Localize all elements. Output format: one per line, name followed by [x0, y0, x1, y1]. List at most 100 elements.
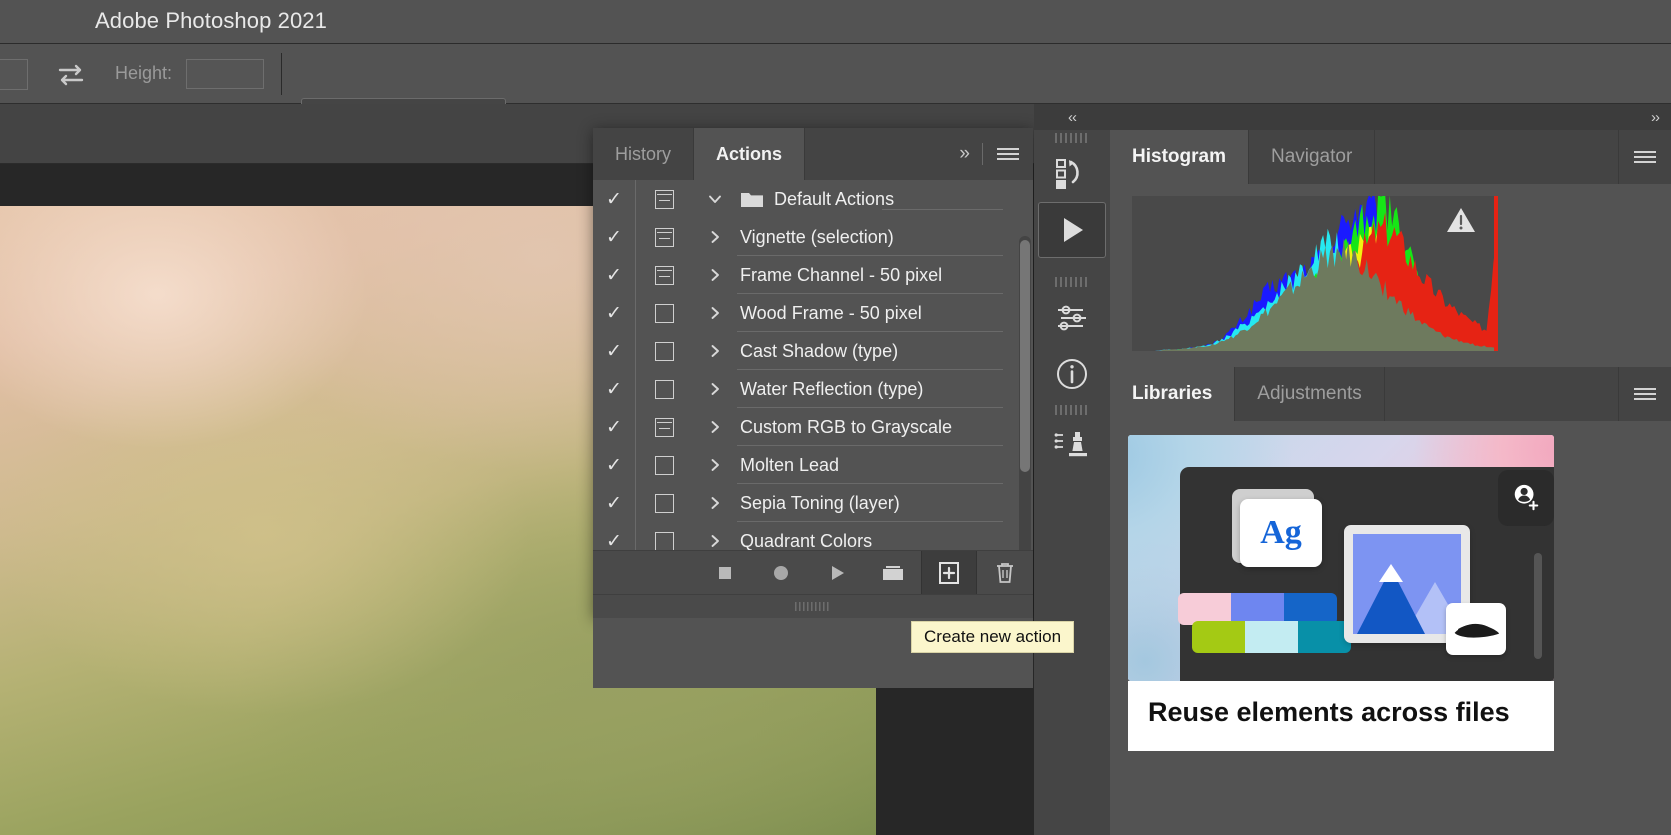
- histogram-graph[interactable]: [1132, 196, 1498, 351]
- app-title-bar: Adobe Photoshop 2021: [0, 0, 1671, 44]
- disclosure-right-icon[interactable]: [692, 408, 738, 446]
- promo-font-card: Ag: [1240, 499, 1322, 567]
- panel-resize-grip[interactable]: [593, 594, 1033, 618]
- stop-playing-button[interactable]: [697, 551, 753, 595]
- promo-caption-text: Reuse elements across files: [1148, 697, 1510, 727]
- scrollbar-thumb[interactable]: [1020, 240, 1030, 472]
- right-panel-column: ›› Histogram Navigator Libraries Adjustm…: [1110, 104, 1671, 835]
- tab-strip-spacer: [1385, 367, 1619, 421]
- action-row-label: Default Actions: [738, 189, 1033, 210]
- action-dialog-toggle[interactable]: [636, 446, 692, 484]
- height-input[interactable]: [186, 59, 264, 89]
- action-dialog-toggle[interactable]: [636, 218, 692, 256]
- expand-panels-icon[interactable]: ››: [1110, 104, 1671, 130]
- actions-panel-toolbar: [593, 550, 1033, 595]
- panel-menu-icon[interactable]: [1619, 367, 1671, 421]
- tool-preset-swatch[interactable]: [0, 59, 28, 90]
- action-dialog-toggle[interactable]: [636, 294, 692, 332]
- histogram-panel: Histogram Navigator: [1110, 130, 1671, 367]
- promo-swatch: [1192, 621, 1245, 653]
- play-selection-button[interactable]: [809, 551, 865, 595]
- action-enabled-check[interactable]: ✓: [593, 218, 635, 256]
- disclosure-right-icon[interactable]: [692, 446, 738, 484]
- histogram-tab-strip: Histogram Navigator: [1110, 130, 1671, 184]
- history-snapshot-icon[interactable]: [1034, 146, 1110, 202]
- create-new-action-button[interactable]: [921, 550, 977, 595]
- create-new-set-button[interactable]: [865, 551, 921, 595]
- disclosure-right-icon[interactable]: [692, 256, 738, 294]
- tooltip: Create new action: [911, 621, 1075, 653]
- list-item[interactable]: ✓ Cast Shadow (type): [593, 332, 1033, 370]
- action-enabled-check[interactable]: ✓: [593, 446, 635, 484]
- dock-group-clone: [1034, 402, 1110, 474]
- info-icon[interactable]: [1034, 346, 1110, 402]
- action-row-label: Cast Shadow (type): [740, 340, 899, 361]
- grip-dots-icon: [795, 602, 831, 611]
- expand-panels-icon[interactable]: »: [959, 143, 969, 165]
- libraries-tab-strip: Libraries Adjustments: [1110, 367, 1671, 421]
- panel-menu-icon[interactable]: [1619, 130, 1671, 184]
- tab-strip-spacer: [1375, 130, 1619, 184]
- action-dialog-toggle[interactable]: [636, 180, 692, 218]
- promo-swatch: [1245, 621, 1298, 653]
- folder-icon: [740, 190, 764, 208]
- action-enabled-check[interactable]: ✓: [593, 332, 635, 370]
- grip-dots-icon: [1055, 277, 1089, 287]
- action-enabled-check[interactable]: ✓: [593, 294, 635, 332]
- swap-arrows-icon[interactable]: [54, 61, 88, 89]
- tab-adjustments[interactable]: Adjustments: [1235, 367, 1385, 421]
- tab-histogram[interactable]: Histogram: [1110, 130, 1249, 184]
- disclosure-right-icon[interactable]: [692, 332, 738, 370]
- panel-menu-icon[interactable]: [997, 148, 1019, 160]
- tab-actions[interactable]: Actions: [694, 128, 806, 180]
- dock-grip[interactable]: [1034, 402, 1110, 418]
- disclosure-down-icon[interactable]: [692, 180, 738, 218]
- play-actions-icon[interactable]: [1038, 202, 1106, 258]
- tools-divider: [982, 143, 983, 165]
- disclosure-right-icon[interactable]: [692, 370, 738, 408]
- disclosure-right-icon[interactable]: [692, 218, 738, 256]
- actions-panel-tab-strip: History Actions »: [593, 128, 1033, 180]
- actions-list-scrollbar[interactable]: [1019, 236, 1031, 588]
- libraries-panel: Libraries Adjustments Ag Reuse elements …: [1110, 367, 1671, 835]
- list-item[interactable]: ✓ Water Reflection (type): [593, 370, 1033, 408]
- list-item[interactable]: ✓ Vignette (selection): [593, 218, 1033, 256]
- action-dialog-toggle[interactable]: [636, 256, 692, 294]
- action-dialog-toggle[interactable]: [636, 484, 692, 522]
- list-item[interactable]: ✓ Sepia Toning (layer): [593, 484, 1033, 522]
- grip-dots-icon: [1055, 133, 1089, 143]
- action-enabled-check[interactable]: ✓: [593, 370, 635, 408]
- list-item[interactable]: ✓ Wood Frame - 50 pixel: [593, 294, 1033, 332]
- row-underline: [882, 208, 1003, 210]
- collapse-panels-icon[interactable]: ‹‹: [1034, 104, 1110, 130]
- tab-history[interactable]: History: [593, 128, 695, 180]
- adjustments-sliders-icon[interactable]: [1034, 290, 1110, 346]
- action-enabled-check[interactable]: ✓: [593, 484, 635, 522]
- list-item[interactable]: ✓ Frame Channel - 50 pixel: [593, 256, 1033, 294]
- tab-navigator[interactable]: Navigator: [1249, 130, 1376, 184]
- list-item[interactable]: ✓ Custom RGB to Grayscale: [593, 408, 1033, 446]
- dock-group-adjustments: [1034, 274, 1110, 402]
- tab-libraries[interactable]: Libraries: [1110, 367, 1236, 421]
- dock-grip[interactable]: [1034, 130, 1110, 146]
- brush-stroke-icon: [1446, 603, 1506, 655]
- begin-recording-button[interactable]: [753, 551, 809, 595]
- action-dialog-toggle[interactable]: [636, 332, 692, 370]
- histogram-clipping-spike: [1494, 196, 1498, 351]
- action-enabled-check[interactable]: ✓: [593, 256, 635, 294]
- action-dialog-toggle[interactable]: [636, 370, 692, 408]
- list-item[interactable]: ✓ Molten Lead: [593, 446, 1033, 484]
- libraries-promo-card[interactable]: Ag: [1128, 435, 1554, 681]
- dock-grip[interactable]: [1034, 274, 1110, 290]
- action-row-label: Molten Lead: [740, 454, 840, 475]
- cached-data-warning-icon[interactable]: [1446, 206, 1476, 234]
- action-enabled-check[interactable]: ✓: [593, 408, 635, 446]
- clone-source-icon[interactable]: [1034, 418, 1110, 474]
- list-item[interactable]: ✓ Default Actions: [593, 180, 1033, 218]
- disclosure-right-icon[interactable]: [692, 484, 738, 522]
- action-dialog-toggle[interactable]: [636, 408, 692, 446]
- action-enabled-check[interactable]: ✓: [593, 180, 635, 218]
- delete-button[interactable]: [977, 551, 1033, 595]
- disclosure-right-icon[interactable]: [692, 294, 738, 332]
- promo-scroll-hint: [1534, 553, 1542, 659]
